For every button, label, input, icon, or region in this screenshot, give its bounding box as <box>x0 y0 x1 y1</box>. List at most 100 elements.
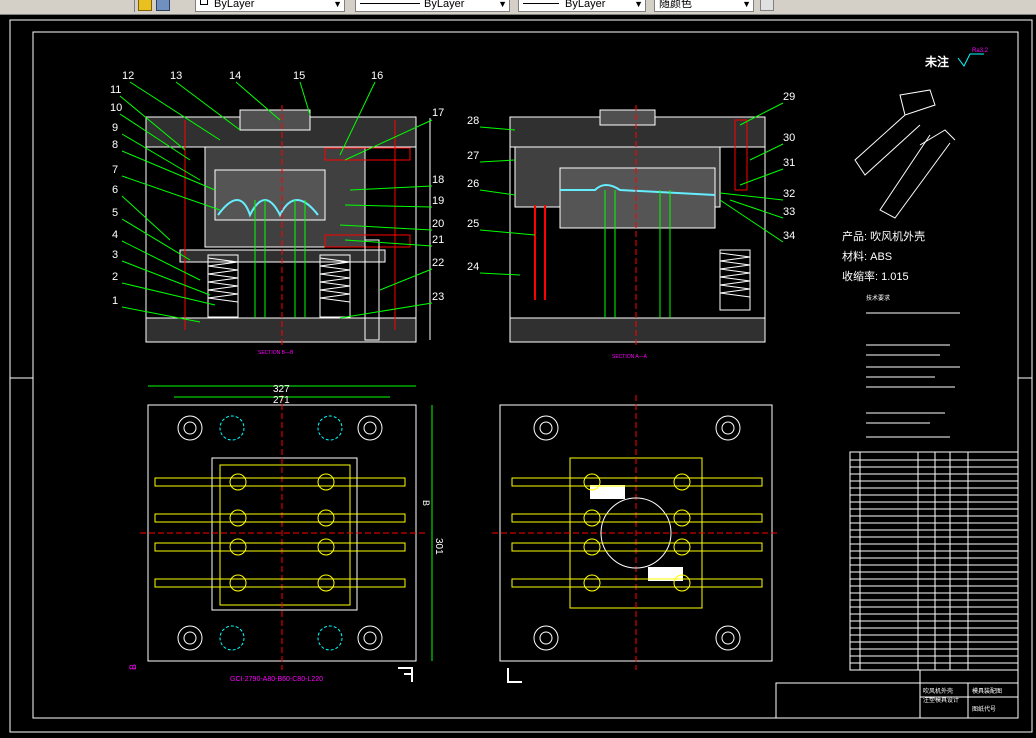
svg-text:12: 12 <box>122 70 134 82</box>
guide-bushing <box>317 625 343 651</box>
svg-text:33: 33 <box>783 206 795 218</box>
mold-base-label: GCI-2790-A80-B60-C80-L220 <box>230 676 323 683</box>
svg-text:17: 17 <box>432 107 444 119</box>
svg-text:29: 29 <box>783 91 795 103</box>
drawing-canvas[interactable]: SECTION B—B SECTION A—A 12 13 14 15 16 1… <box>0 15 1036 733</box>
cooling-plug <box>583 509 601 527</box>
dimension-width-outer: 327 <box>273 384 290 395</box>
svg-text:16: 16 <box>371 70 383 82</box>
plan-view-right <box>492 395 780 683</box>
product-label: 产品: 吹风机外壳 <box>842 229 925 243</box>
svg-text:7: 7 <box>112 164 118 176</box>
cooling-plug <box>229 509 247 527</box>
bolt-hole <box>533 415 559 441</box>
lineweight-value: ByLayer <box>424 0 465 10</box>
svg-text:3: 3 <box>112 249 118 261</box>
svg-text:31: 31 <box>783 157 795 169</box>
lineweight-select[interactable]: ByLayer ▼ <box>355 0 510 12</box>
cooling-plug <box>317 574 335 592</box>
cooling-plug <box>229 473 247 491</box>
cooling-plug <box>673 473 691 491</box>
chevron-down-icon[interactable]: ▼ <box>498 0 507 11</box>
cooling-plug <box>317 538 335 556</box>
cooling-plug <box>317 473 335 491</box>
svg-text:11: 11 <box>110 84 121 96</box>
material-label: 材料: ABS <box>842 249 892 263</box>
bolt-hole <box>363 631 377 645</box>
color-select[interactable]: 随颜色 ▼ <box>654 0 754 12</box>
bolt-hole <box>533 625 559 651</box>
bolt-hole <box>183 631 197 645</box>
toolbar-extra-button[interactable] <box>760 0 774 11</box>
svg-text:13: 13 <box>170 70 182 82</box>
svg-text:26: 26 <box>467 178 479 190</box>
svg-text:8: 8 <box>112 139 118 151</box>
svg-text:9: 9 <box>112 122 118 134</box>
svg-text:5: 5 <box>112 207 118 219</box>
svg-text:14: 14 <box>229 70 241 82</box>
bolt-hole <box>721 421 735 435</box>
svg-text:19: 19 <box>432 195 444 207</box>
line-sample-icon <box>523 3 559 4</box>
cad-drawing[interactable]: SECTION B—B SECTION A—A 12 13 14 15 16 1… <box>0 15 1036 733</box>
dimension-height: 301 <box>433 538 444 555</box>
svg-text:22: 22 <box>432 257 444 269</box>
tech-requirements-title: 技术要求 <box>866 294 890 302</box>
cooling-channel <box>154 477 406 487</box>
svg-text:21: 21 <box>432 234 444 246</box>
section-b-view: SECTION B—B <box>145 105 431 356</box>
properties-toolbar: ByLayer ▼ ByLayer ▼ ByLayer ▼ 随颜色 ▼ <box>0 0 1036 15</box>
section-a-label: SECTION A—A <box>612 354 648 360</box>
svg-text:1: 1 <box>112 295 118 307</box>
cooling-channel <box>154 578 406 588</box>
bolt-hole <box>363 421 377 435</box>
toolbar-separator <box>134 0 135 12</box>
title-part-name: 吹风机外壳 <box>923 687 953 695</box>
section-b-label: SECTION B—B <box>258 350 294 356</box>
plotstyle-select[interactable]: ByLayer ▼ <box>518 0 646 12</box>
bolt-hole <box>715 625 741 651</box>
cooling-plug <box>673 538 691 556</box>
svg-text:10: 10 <box>110 102 122 114</box>
cooling-plug <box>583 574 601 592</box>
tech-requirements-lines <box>866 312 960 438</box>
svg-text:30: 30 <box>783 132 795 144</box>
bolt-hole <box>177 415 203 441</box>
section-mark-b2: B <box>128 664 138 670</box>
layer-icon[interactable] <box>138 0 152 11</box>
cooling-channel <box>511 477 763 487</box>
bolt-hole <box>357 625 383 651</box>
notes-panel: 未注 Ra3.2 产品: 吹风机外壳 材料: ABS 收缩率: 1.015 技术… <box>775 48 1019 719</box>
color-value: 随颜色 <box>659 0 692 10</box>
svg-text:25: 25 <box>467 218 479 230</box>
linetype-select[interactable]: ByLayer ▼ <box>195 0 345 12</box>
cooling-channel <box>154 513 406 523</box>
bolt-hole <box>177 625 203 651</box>
svg-text:18: 18 <box>432 174 444 186</box>
bolt-hole <box>721 631 735 645</box>
svg-text:28: 28 <box>467 115 479 127</box>
plan-view-left: 327 271 301 B B GCI-2790-A80-B60-C80-L22… <box>128 384 444 683</box>
svg-text:15: 15 <box>293 70 305 82</box>
parts-list-rows <box>850 452 1018 670</box>
bolt-hole <box>183 421 197 435</box>
linetype-value: ByLayer <box>214 0 255 10</box>
chevron-down-icon[interactable]: ▼ <box>742 0 751 11</box>
svg-text:32: 32 <box>783 188 795 200</box>
parts-list-table <box>849 451 1019 671</box>
guide-bushing <box>219 625 245 651</box>
bolt-hole <box>539 421 553 435</box>
title-drawing-name: 模具装配图 <box>972 687 1002 695</box>
cooling-plug <box>229 574 247 592</box>
roughness-symbol: Ra3.2 <box>972 48 989 54</box>
section-a-view: SECTION A—A <box>509 105 766 360</box>
cooling-channel <box>511 513 763 523</box>
bolt-hole <box>539 631 553 645</box>
cooling-channel <box>511 578 763 588</box>
chevron-down-icon[interactable]: ▼ <box>634 0 643 11</box>
layer-states-icon[interactable] <box>156 0 170 11</box>
chevron-down-icon[interactable]: ▼ <box>333 0 342 11</box>
line-sample-icon <box>360 3 420 4</box>
product-sketch <box>854 89 956 219</box>
svg-text:23: 23 <box>432 291 444 303</box>
